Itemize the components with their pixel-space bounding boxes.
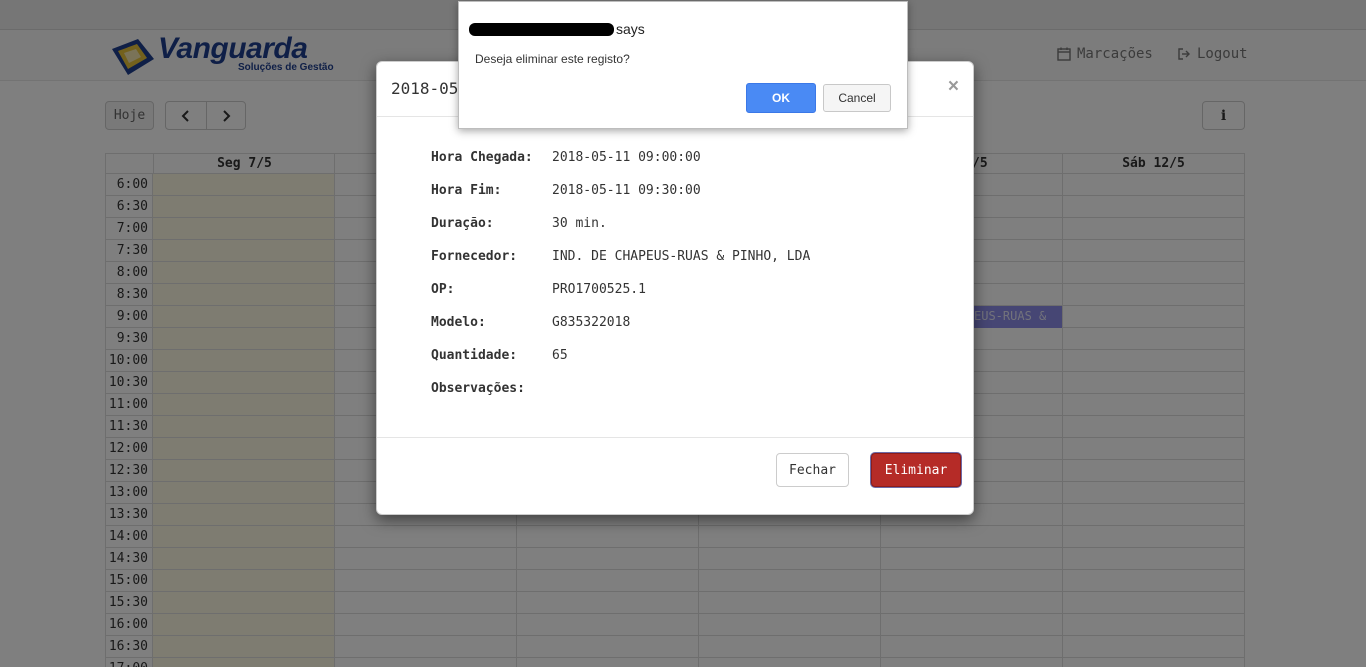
modal-title: 2018-05	[391, 79, 459, 98]
detail-row: OP: PRO1700525.1	[431, 282, 951, 315]
confirm-dialog: says Deseja eliminar este registo? OK Ca…	[458, 1, 908, 129]
redacted-origin	[469, 22, 614, 36]
detail-label: Observações:	[431, 381, 525, 396]
appointment-modal: 2018-05 × Hora Chegada: 2018-05-11 09:00:…	[376, 61, 974, 515]
detail-row: Modelo: G835322018	[431, 315, 951, 348]
dialog-origin-suffix: says	[616, 21, 645, 37]
detail-value: IND. DE CHAPEUS-RUAS & PINHO, LDA	[552, 249, 811, 264]
detail-label: Modelo:	[431, 315, 486, 330]
delete-button[interactable]: Eliminar	[871, 453, 961, 487]
cancel-button[interactable]: Cancel	[823, 84, 891, 112]
detail-row: Hora Chegada: 2018-05-11 09:00:00	[431, 150, 951, 183]
detail-value: G835322018	[552, 315, 631, 330]
detail-label: Hora Chegada:	[431, 150, 533, 165]
detail-row: Quantidade: 65	[431, 348, 951, 381]
detail-value: 2018-05-11 09:00:00	[552, 150, 701, 165]
close-icon[interactable]: ×	[948, 76, 959, 98]
modal-footer: Fechar Eliminar	[377, 437, 973, 515]
detail-value: PRO1700525.1	[552, 282, 646, 297]
detail-row: Duração: 30 min.	[431, 216, 951, 249]
modal-body: Hora Chegada: 2018-05-11 09:00:00 Hora Fim…	[431, 150, 951, 414]
dialog-origin: says	[469, 21, 645, 37]
detail-row: Observações:	[431, 381, 951, 414]
detail-label: Fornecedor:	[431, 249, 518, 264]
detail-label: Duração:	[431, 216, 494, 231]
ok-button[interactable]: OK	[746, 83, 816, 113]
detail-value: 65	[552, 348, 568, 363]
detail-label: Quantidade:	[431, 348, 518, 363]
detail-value: 2018-05-11 09:30:00	[552, 183, 701, 198]
detail-label: OP:	[431, 282, 455, 297]
dialog-message: Deseja eliminar este registo?	[475, 52, 630, 66]
detail-row: Fornecedor: IND. DE CHAPEUS-RUAS & PINHO,…	[431, 249, 951, 282]
detail-label: Hora Fim:	[431, 183, 502, 198]
detail-row: Hora Fim: 2018-05-11 09:30:00	[431, 183, 951, 216]
detail-value: 30 min.	[552, 216, 607, 231]
close-button[interactable]: Fechar	[776, 453, 849, 487]
